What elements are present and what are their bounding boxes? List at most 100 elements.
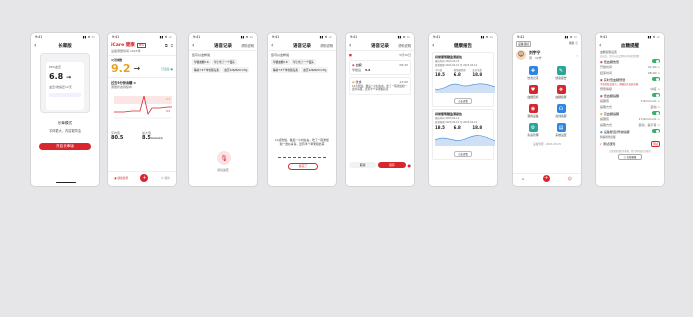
realtime-warning-toggle[interactable] [652, 76, 660, 82]
headset-icon: ☊ [556, 104, 566, 113]
screen-health-report: 9:41 ▮▮ ≋ ▭ ‹ 健康报告 持续葡萄糖监测报告 报告时间 2023-04-… [428, 32, 498, 187]
tab-monitor[interactable]: ▣ 健康监测 [114, 176, 128, 180]
status-icons: ▮▮ ≋ ▭ [319, 35, 332, 39]
test-button[interactable]: 测试 [650, 140, 660, 147]
grid-item-label: 家庭管理 [527, 133, 539, 137]
add-record-icon[interactable]: + [542, 175, 550, 182]
grid-item-settings[interactable]: ▤ 系统设置 [547, 123, 575, 137]
mic-button[interactable]: 🎙︎ [217, 151, 231, 165]
back-icon[interactable]: ‹ [192, 41, 194, 50]
example-chip[interactable]: 血压126/82mmHg [222, 66, 250, 73]
record-glucose-label: 血糖 [355, 63, 362, 67]
footer-note: 如需帮助请联系客服，我们将竭诚为您服务 [609, 150, 651, 153]
share-icon[interactable]: ⧉ [165, 43, 168, 48]
support-button[interactable]: □ 在线客服 [618, 154, 642, 160]
low-glucose-alarm-toggle[interactable] [652, 58, 660, 64]
enable-elder-mode-button[interactable]: 开启长辈版 [39, 143, 91, 150]
report-card[interactable]: 持续葡萄糖监测报告 报告时间 2023-04-14 监测周期 2023-04-0… [432, 109, 496, 160]
back-icon[interactable]: ‹ [432, 41, 434, 50]
example-chip[interactable]: 血压126/82mmHg [301, 66, 329, 73]
example-chip[interactable]: 早餐血糖5.8 [271, 59, 290, 65]
grid-item-report[interactable]: ✎ 健康报告 [547, 66, 575, 80]
status-time: 9:41 [600, 35, 608, 39]
setting-value[interactable]: 震动 > [651, 105, 660, 109]
scan-icon[interactable]: ⌗ [171, 43, 173, 48]
brand-logo: iCare 健康 [111, 43, 135, 48]
low-icon: ◉ [600, 93, 603, 98]
add-record-icon[interactable]: + [140, 173, 149, 182]
user-tab-icon[interactable]: ☺ [568, 176, 572, 181]
report-period: 监测周期 2023-04-01 至 2023-04-14 [435, 121, 478, 124]
setting-label: 预警等级 [600, 87, 613, 91]
avatar[interactable]: ☺ [516, 50, 526, 60]
setting-label: 开始时间 [600, 65, 613, 69]
record-diet[interactable]: ◉ 饮食 12:05 12点吃饭，餐后一小时左右，吃了一碗米饭和一盘炒青菜，还有半… [349, 77, 411, 95]
done-speaking-button[interactable]: 说完了 [288, 163, 318, 170]
back-icon[interactable]: ‹ [349, 41, 351, 50]
glucose-value: 9.2 [111, 62, 131, 75]
report-icon: ✎ [556, 66, 566, 75]
chevron-right-icon[interactable]: › [576, 53, 578, 58]
example-chip[interactable]: 早餐血糖5.8 [192, 59, 211, 65]
help-link[interactable]: 帮助说明 [398, 43, 411, 48]
grid-item-support[interactable]: ☊ 在线客服 [547, 104, 575, 118]
grid-item-diet[interactable]: ✚ 饮食记录 [519, 66, 547, 80]
grid-item-device[interactable]: ◉ 我的设备 [519, 104, 547, 118]
report-card[interactable]: 持续葡萄糖监测报告 报告时间 2023-04-14 监测周期 2023-04-0… [432, 52, 496, 107]
back-icon[interactable]: ‹ [271, 41, 273, 50]
status-icons: ▮▮ ≋ ▭ [480, 35, 493, 39]
view-report-button[interactable]: 点击查看 [454, 151, 472, 157]
grid-item-family[interactable]: ⚙ 家庭管理 [519, 123, 547, 137]
grid-item-reminder[interactable]: ❖ 血糖提醒 [547, 85, 575, 99]
example-chip[interactable]: 睡前7.5个单位胰岛素 [271, 66, 300, 73]
example-chip[interactable]: 早上吃了一个馒头 [212, 59, 237, 65]
preview-card-title: PPG血压 [49, 65, 61, 69]
stat-max-unit: mmol/L [150, 136, 164, 140]
back-icon[interactable]: ‹ [34, 41, 36, 50]
high-reminder-toggle[interactable] [652, 110, 660, 116]
save-button[interactable]: 保存 [378, 162, 406, 168]
tab-mine-label: 我的 [164, 176, 170, 180]
device-connect-button[interactable]: 设备连接 [516, 41, 532, 47]
brand-badge: PPG [136, 42, 146, 48]
tab-monitor-label: 健康监测 [117, 176, 128, 180]
grid-item-target[interactable]: ♥ 血糖目标 [519, 85, 547, 99]
mic-icon[interactable]: ● [408, 163, 412, 168]
device-alert-toggle[interactable] [652, 128, 660, 134]
back-icon[interactable]: ‹ [599, 41, 601, 50]
home-tab-icon[interactable]: ⌂ [522, 176, 525, 181]
cancel-button[interactable]: 取消 [349, 162, 377, 168]
messages-link[interactable]: 消息 ⓘ [569, 41, 578, 47]
example-chip[interactable]: 早上吃了一个馒头 [291, 59, 316, 65]
device-icon: ◉ [600, 129, 603, 134]
example-chip[interactable]: 睡前7.5个单位胰岛素 [192, 66, 221, 73]
status-icons: ▮▮ ≋ ▭ [564, 35, 577, 39]
view-report-button[interactable]: 点击查看 [454, 98, 472, 104]
setting-value[interactable]: 13.9mmol/L > [639, 117, 660, 121]
status-icons: ▮▮ ≋ ▭ [397, 35, 410, 39]
setting-value[interactable]: 08:00 > [648, 71, 660, 75]
transcript-text: 12点吃饭，餐后一小时左右，吃了一碗米饭和一盘炒青菜，还有半个苹果和奶茶 [275, 138, 329, 146]
low-reminder-toggle[interactable] [652, 92, 660, 98]
tab-mine[interactable]: ☺ 我的 [161, 176, 170, 180]
status-time: 9:41 [35, 35, 43, 39]
glucose-trend-chart: 8.3 9.5 [114, 95, 172, 119]
setting-value[interactable]: 震动、提示音 > [639, 123, 660, 127]
feature-grid: ✚ 饮食记录 ✎ 健康报告 ♥ 血糖目标 ❖ 血糖提醒 ◉ 我的设备 ☊ 在线客服 ⚙ 家庭管… [513, 63, 581, 140]
preview-bar [49, 93, 81, 97]
device-icon: ◉ [528, 104, 538, 113]
family-icon: ⚙ [528, 123, 538, 132]
elder-note-desc: 字体更大，内容更简洁 [49, 129, 81, 133]
page-title: 健康报告 [454, 43, 472, 49]
help-link[interactable]: 帮助说明 [241, 43, 254, 48]
record-glucose[interactable]: ◉ 血糖 08:30 早餐后 5.6 [349, 60, 411, 75]
status-icons: ▮▮ ≋ ▭ [82, 35, 95, 39]
setting-value[interactable]: 22:00 > [648, 65, 660, 69]
setting-value[interactable]: 3.9mmol/L > [641, 99, 660, 103]
bottom-tab-bar: ⌂ + ☺ [513, 173, 581, 183]
voice-hint: 您可以这样说 [192, 53, 211, 57]
setting-label: 低血糖提醒 [603, 93, 620, 98]
setting-value[interactable]: 中度 > [651, 87, 660, 91]
record-glucose-time: 08:30 [399, 63, 408, 67]
help-link[interactable]: 帮助说明 [320, 43, 333, 48]
